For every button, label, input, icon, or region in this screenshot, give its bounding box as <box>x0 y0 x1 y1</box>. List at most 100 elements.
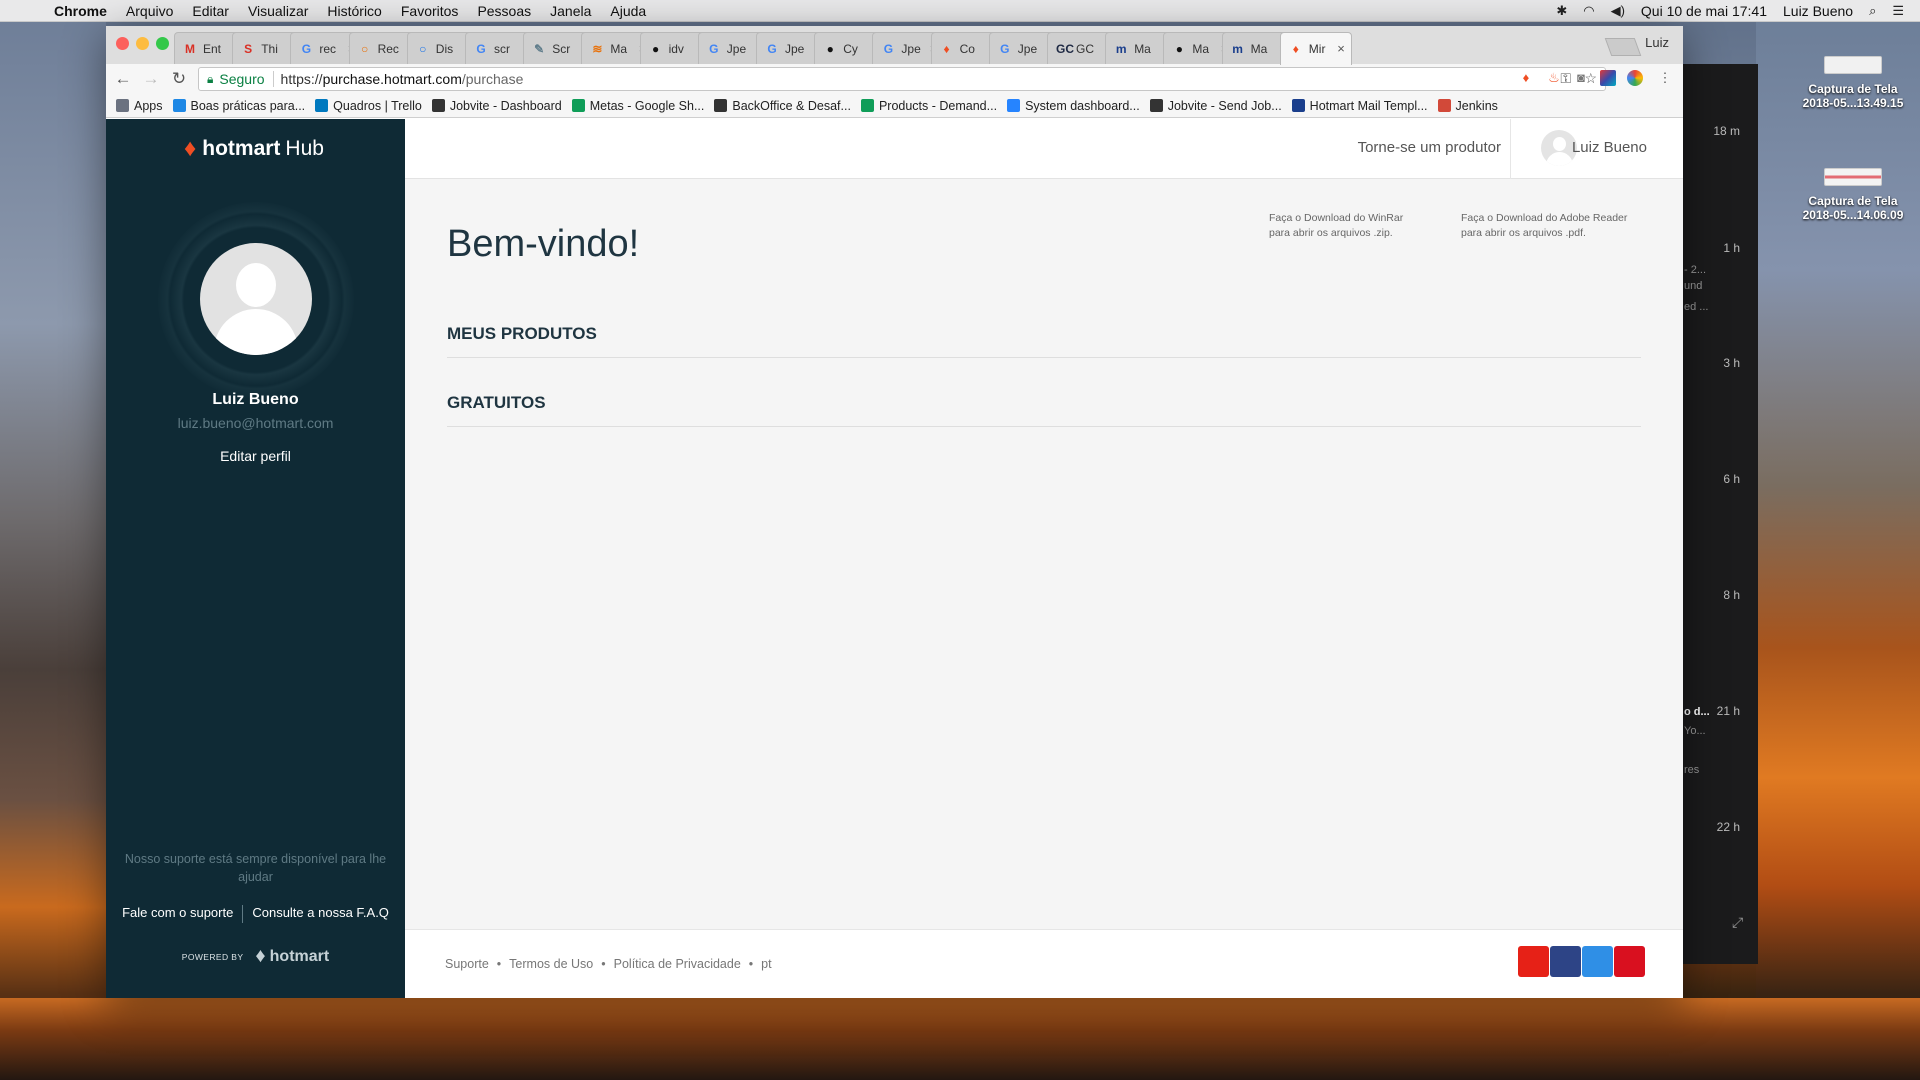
menu-janela[interactable]: Janela <box>550 3 591 19</box>
bluetooth-icon[interactable]: ✱ <box>1556 3 1567 19</box>
spotlight-search-icon[interactable]: ⌕ <box>1869 3 1876 19</box>
gmail-icon: M <box>185 41 195 56</box>
bookmark-label: Jobvite - Send Job... <box>1167 98 1282 113</box>
bookmark-favicon-icon <box>860 99 874 112</box>
tab-label: Dis <box>435 41 454 56</box>
screenshot-thumbnail-icon <box>1824 56 1882 74</box>
bookmark-item[interactable]: Quadros | Trello <box>315 99 422 113</box>
bookmark-item[interactable]: Jobvite - Send Job... <box>1149 98 1282 113</box>
footer-privacy-link[interactable]: Política de Privacidade <box>614 957 741 971</box>
footer-language-selector[interactable]: pt <box>761 957 771 971</box>
window-maximize-button[interactable] <box>156 37 169 50</box>
background-fragment: Yo... <box>1684 725 1706 737</box>
camera-extension-icon[interactable]: ◙ <box>1573 70 1589 86</box>
footer-terms-link[interactable]: Termos de Uso <box>509 957 593 971</box>
menu-historico[interactable]: Histórico <box>327 3 381 19</box>
sidebar-user-name: Luiz Bueno <box>212 391 299 408</box>
menu-editar[interactable]: Editar <box>192 3 229 19</box>
background-time: 8 h <box>1723 588 1740 602</box>
menu-clock[interactable]: Qui 10 de mai 17:41 <box>1641 3 1767 19</box>
header-user-name[interactable]: Luiz Bueno <box>1572 139 1647 156</box>
background-time: 21 h <box>1716 704 1740 718</box>
faq-link[interactable]: Consulte a nossa F.A.Q <box>252 905 389 923</box>
bookmark-favicon-icon <box>571 99 585 112</box>
menu-pessoas[interactable]: Pessoas <box>477 3 531 19</box>
menu-favoritos[interactable]: Favoritos <box>401 3 459 19</box>
bookmark-label: Quadros | Trello <box>333 98 422 113</box>
menu-ajuda[interactable]: Ajuda <box>610 3 646 19</box>
tab-close-icon[interactable]: × <box>1337 41 1345 56</box>
logo-hub-text: Hub <box>285 137 324 160</box>
bookmark-item[interactable]: Apps <box>116 99 163 113</box>
support-links: Fale com o suporte Consulte a nossa F.A.… <box>106 905 405 923</box>
bookmark-item[interactable]: Jobvite - Dashboard <box>431 99 562 113</box>
expand-icon[interactable]: ⤢ <box>1732 914 1743 931</box>
notification-center-icon[interactable]: ☰ <box>1892 3 1904 19</box>
new-tab-button[interactable] <box>1604 38 1642 56</box>
download-reader-line1: Faça o Download do Adobe Reader <box>1461 212 1628 224</box>
tab-active[interactable]: ♦ Mir × <box>1279 32 1352 65</box>
bookmark-favicon-icon <box>1149 99 1163 112</box>
address-bar[interactable]: 🔒︎ Seguro https://purchase.hotmart.com/p… <box>198 67 1606 91</box>
twitter-icon[interactable] <box>1582 946 1613 977</box>
powered-by-hotmart[interactable]: POWERED BY ♦ hotmart <box>106 945 405 968</box>
download-winrar-line1: Faça o Download do WinRar <box>1269 212 1404 224</box>
background-time: 6 h <box>1723 472 1740 486</box>
download-winrar-link[interactable]: Faça o Download do WinRar para abrir os … <box>1269 211 1439 241</box>
sidebar: ♦ hotmart Hub Luiz Bueno luiz.bueno@hotm… <box>106 119 405 998</box>
tab-label: Jpe <box>1017 41 1038 56</box>
bookmark-item[interactable]: Metas - Google Sh... <box>571 99 704 113</box>
bookmark-item[interactable]: Products - Demand... <box>860 98 998 113</box>
s-icon: S <box>244 41 253 56</box>
avatar[interactable] <box>200 243 312 355</box>
bookmark-favicon-icon <box>315 99 329 112</box>
bookmark-item[interactable]: Jenkins <box>1437 99 1498 113</box>
apps-grid-icon <box>116 99 129 112</box>
download-reader-link[interactable]: Faça o Download do Adobe Reader para abr… <box>1461 211 1631 241</box>
window-close-button[interactable] <box>116 37 129 50</box>
volume-icon[interactable]: ◀) <box>1611 3 1625 19</box>
stack-icon: ≋ <box>592 41 603 56</box>
wifi-icon[interactable]: ◠ <box>1583 3 1594 19</box>
youtube-icon[interactable] <box>1518 946 1549 977</box>
circle-icon: ○ <box>360 41 369 56</box>
background-window: 18 m 1 h 3 h 6 h 8 h 21 h 22 h - 2... un… <box>1670 64 1758 964</box>
bookmark-label: Products - Demand... <box>878 98 998 113</box>
url-text: https://purchase.hotmart.com/purchase <box>281 71 524 87</box>
bookmark-item[interactable]: System dashboard... <box>1007 99 1140 113</box>
footer-dot: • <box>496 957 502 971</box>
tab-label: Ma <box>1192 41 1210 56</box>
desktop-file-screenshot-1[interactable]: Captura de Tela 2018-05...13.49.15 <box>1793 56 1913 110</box>
footer-support-link[interactable]: Suporte <box>445 957 489 971</box>
reload-icon[interactable]: ↻ <box>168 69 190 89</box>
bookmark-label: Hotmart Mail Templ... <box>1309 98 1428 113</box>
background-time: 18 m <box>1713 124 1740 138</box>
background-time: 3 h <box>1723 356 1740 370</box>
chrome-extension-icon[interactable] <box>1627 70 1643 86</box>
scribble-icon: ✎ <box>534 41 545 56</box>
menu-app-chrome[interactable]: Chrome <box>54 3 107 19</box>
mvn-icon: m <box>1115 41 1127 56</box>
menu-user[interactable]: Luiz Bueno <box>1783 3 1853 19</box>
forward-arrow-icon[interactable]: → <box>140 69 162 89</box>
desktop-file-screenshot-2[interactable]: Captura de Tela 2018-05...14.06.09 <box>1793 168 1913 222</box>
hotmart-extension-icon[interactable]: ♦ <box>1518 70 1534 86</box>
back-arrow-icon[interactable]: ← <box>112 69 134 89</box>
color-extension-icon[interactable] <box>1600 70 1616 86</box>
fire-extension-icon[interactable]: ♨ <box>1546 70 1562 86</box>
window-minimize-button[interactable] <box>136 37 149 50</box>
pinterest-icon[interactable] <box>1614 946 1645 977</box>
contact-support-link[interactable]: Fale com o suporte <box>122 905 233 923</box>
facebook-icon[interactable] <box>1550 946 1581 977</box>
menu-arquivo[interactable]: Arquivo <box>126 3 173 19</box>
bookmark-item[interactable]: Boas práticas para... <box>172 99 305 113</box>
profile-button[interactable]: Luiz <box>1645 35 1669 50</box>
become-producer-link[interactable]: Torne-se um produtor <box>1358 139 1501 156</box>
more-menu-icon[interactable]: ⋮ <box>1657 70 1673 86</box>
menu-visualizar[interactable]: Visualizar <box>248 3 308 19</box>
hotmart-hub-logo[interactable]: ♦ hotmart Hub <box>184 135 324 163</box>
download-reader-line2: para abrir os arquivos .pdf. <box>1461 227 1586 239</box>
edit-profile-link[interactable]: Editar perfil <box>106 448 405 464</box>
bookmark-item[interactable]: BackOffice & Desaf... <box>714 99 851 113</box>
bookmark-item[interactable]: Hotmart Mail Templ... <box>1291 98 1428 113</box>
